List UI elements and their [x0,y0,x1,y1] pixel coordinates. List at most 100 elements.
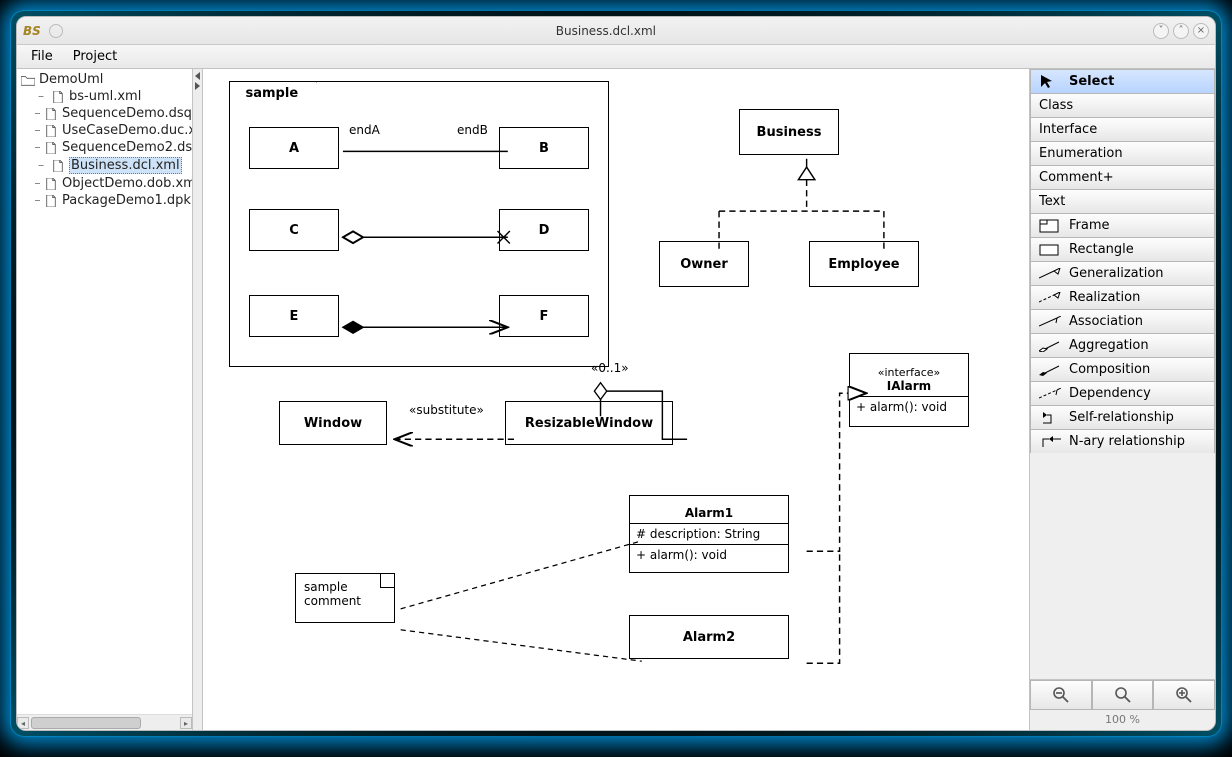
uml-class-Alarm1[interactable]: Alarm1 # description: String + alarm(): … [629,495,789,573]
app-window: BS Business.dcl.xml ˅ ˄ × File Project D… [16,16,1216,731]
tree-item[interactable]: ⎯ SequenceDemo2.dsq [33,139,192,156]
splitter-handle[interactable] [193,69,203,730]
composition-icon [1039,364,1061,376]
window-title: Business.dcl.xml [63,24,1149,38]
tree-item[interactable]: ⎯ SequenceDemo.dsq. [33,105,192,122]
close-button[interactable]: × [1193,23,1209,39]
tool-association[interactable]: Association [1030,309,1215,333]
zoom-in-button[interactable] [1153,680,1215,710]
minimize-button[interactable]: ˅ [1153,23,1169,39]
uml-comment[interactable]: sample comment [295,573,395,623]
association-icon [1039,316,1061,328]
aggregation-icon [1039,340,1061,352]
zoom-level: 100 % [1030,710,1215,730]
file-icon [44,108,58,120]
tree-item[interactable]: ⎯PackageDemo1.dpk. [33,192,192,209]
tool-self-relationship[interactable]: Self-relationship [1030,405,1215,429]
uml-class-A[interactable]: A [249,127,339,169]
folder-icon [21,74,35,86]
tool-frame[interactable]: Frame [1030,213,1215,237]
tree-item[interactable]: ⎯ Business.dcl.xml [33,156,192,175]
menu-project[interactable]: Project [63,47,127,66]
tree-item-label: SequenceDemo.dsq. [62,106,192,121]
tool-class[interactable]: Class [1030,93,1215,117]
tool-comment[interactable]: Comment+ [1030,165,1215,189]
tree-horizontal-scrollbar[interactable]: ◂ ▸ [17,714,192,730]
tool-select[interactable]: Select [1030,69,1215,93]
rectangle-icon [1039,243,1061,257]
tree-item-label: Business.dcl.xml [69,157,182,174]
uml-class-D[interactable]: D [499,209,589,251]
tree-branch-icon: ⎯ [35,125,40,136]
note-fold-icon [380,574,394,588]
uml-class-Alarm2[interactable]: Alarm2 [629,615,789,659]
project-tree[interactable]: DemoUml ⎯bs-uml.xml⎯SequenceDemo.dsq.⎯Us… [17,69,192,714]
diagram-canvas[interactable]: sample A B endA endB C D E F Business Ow… [203,69,1029,730]
uml-class-E[interactable]: E [249,295,339,337]
project-tree-pane: DemoUml ⎯bs-uml.xml⎯SequenceDemo.dsq.⎯Us… [17,69,193,730]
assoc-end-label-endA: endA [349,123,380,137]
dependency-icon [1039,388,1061,400]
tree-branch-icon: ⎯ [35,160,47,171]
cursor-icon [1039,74,1061,90]
uml-class-Owner[interactable]: Owner [659,241,749,287]
tool-aggregation[interactable]: Aggregation [1030,333,1215,357]
tree-item[interactable]: ⎯ObjectDemo.dob.xml [33,175,192,192]
tree-item-label: UseCaseDemo.duc.x [62,123,192,138]
tool-generalization[interactable]: Generalization [1030,261,1215,285]
generalization-icon [1039,268,1061,280]
scroll-right-icon[interactable]: ▸ [180,717,192,729]
zoom-out-icon [1052,686,1070,704]
zoom-in-icon [1175,686,1193,704]
file-icon [51,160,65,172]
tree-branch-icon: ⎯ [35,142,40,153]
titlebar: BS Business.dcl.xml ˅ ˄ × [17,17,1215,45]
tool-composition[interactable]: Composition [1030,357,1215,381]
tool-interface[interactable]: Interface [1030,117,1215,141]
uml-class-ResizableWindow[interactable]: ResizableWindow [505,401,673,445]
titlebar-progress-icon [49,24,63,38]
uml-class-B[interactable]: B [499,127,589,169]
zoom-out-button[interactable] [1030,680,1092,710]
uml-class-Employee[interactable]: Employee [809,241,919,287]
file-icon [51,91,65,103]
menu-file[interactable]: File [21,47,63,66]
uml-class-F[interactable]: F [499,295,589,337]
splitter-collapse-right-icon [195,82,200,90]
assoc-end-label-endB: endB [457,123,488,137]
uml-class-Window[interactable]: Window [279,401,387,445]
self-multiplicity: «0..1» [591,361,629,375]
tree-root[interactable]: DemoUml [19,71,192,88]
file-icon [44,195,58,207]
zoom-reset-button[interactable] [1092,680,1154,710]
scroll-thumb[interactable] [31,717,141,729]
app-badge: BS [23,24,47,38]
tree-branch-icon: ⎯ [35,195,40,206]
tree-branch-icon: ⎯ [35,91,47,102]
tree-branch-icon: ⎯ [35,108,40,119]
file-icon [44,142,58,154]
tool-rectangle[interactable]: Rectangle [1030,237,1215,261]
scroll-left-icon[interactable]: ◂ [17,717,29,729]
menubar: File Project [17,45,1215,69]
realization-icon [1039,292,1061,304]
zoom-reset-icon [1114,686,1132,704]
tool-enumeration[interactable]: Enumeration [1030,141,1215,165]
tree-branch-icon: ⎯ [35,178,40,189]
tool-dependency[interactable]: Dependency [1030,381,1215,405]
uml-class-C[interactable]: C [249,209,339,251]
uml-interface-IAlarm[interactable]: «interface» IAlarm + alarm(): void [849,353,969,427]
maximize-button[interactable]: ˄ [1173,23,1189,39]
tree-item[interactable]: ⎯bs-uml.xml [33,88,192,105]
file-icon [44,178,58,190]
uml-frame-label: sample [229,81,318,107]
tool-nary-relationship[interactable]: N-ary relationship [1030,429,1215,453]
tree-item-label: SequenceDemo2.dsq [62,140,192,155]
tool-realization[interactable]: Realization [1030,285,1215,309]
nary-relationship-icon [1039,435,1061,449]
file-icon [44,125,58,137]
uml-class-Business[interactable]: Business [739,109,839,155]
self-relationship-icon [1039,411,1061,425]
tool-text[interactable]: Text [1030,189,1215,213]
tree-item[interactable]: ⎯ UseCaseDemo.duc.x [33,122,192,139]
